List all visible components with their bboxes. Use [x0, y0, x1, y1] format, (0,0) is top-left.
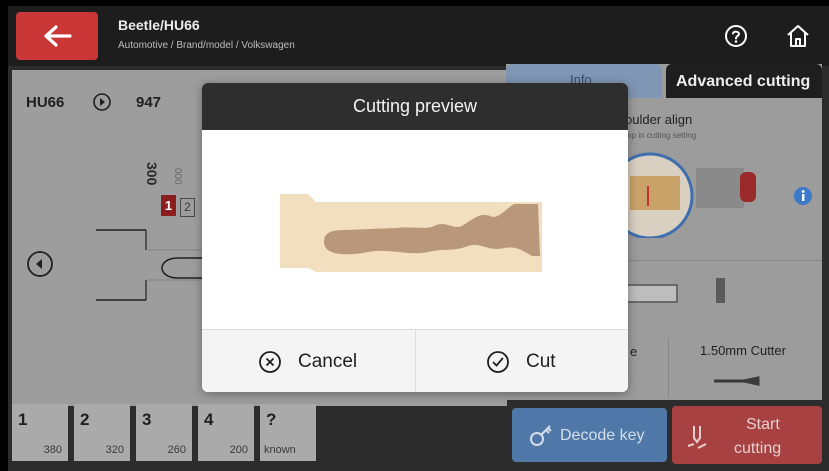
cut-label: Cut [526, 351, 556, 372]
tab-advanced-label: Advanced cutting [676, 73, 811, 90]
cut-position-index: 2 [80, 410, 90, 429]
clamp-label-partial: e [630, 344, 638, 359]
info-icon[interactable] [793, 186, 813, 206]
start-cutting-label-line1: Start [746, 416, 780, 433]
arrow-left-icon [44, 25, 72, 47]
decode-key-label: Decode key [560, 427, 645, 444]
cut-position-value: 260 [167, 444, 186, 456]
page-title: Beetle/HU66 [118, 17, 200, 33]
blank-shape-icon [622, 284, 678, 303]
play-icon[interactable] [92, 92, 112, 112]
shoulder-align-subtitle: mp in cutting setting [625, 131, 697, 140]
cut-position-tile[interactable]: 2 320 [74, 404, 130, 461]
decode-key-button[interactable]: Decode key [512, 408, 667, 462]
shoulder-align-title: oulder align [625, 112, 693, 127]
close-circle-icon [259, 351, 281, 373]
cut-position-value: 200 [229, 444, 248, 456]
depth-label: 300 [144, 162, 160, 186]
key-number: 947 [136, 94, 162, 111]
key-cut-preview [280, 194, 542, 272]
start-cutting-label-line2: cutting [734, 440, 782, 457]
dialog-header: Cutting preview [202, 83, 628, 130]
key-outline [96, 229, 206, 301]
start-cutting-button[interactable]: Start cutting [672, 406, 822, 464]
key-code: HU66 [26, 94, 65, 111]
cut-position-index: ? [266, 410, 277, 429]
home-icon[interactable] [785, 23, 811, 49]
cut-position-index: 3 [142, 410, 152, 429]
tab-advanced-cutting[interactable]: Advanced cutting [666, 64, 822, 98]
cancel-button[interactable]: Cancel [202, 330, 415, 392]
clamp-illustration [620, 152, 756, 238]
cut-position-tile[interactable]: 3 260 [136, 404, 192, 461]
depth-label-secondary: 000 [172, 168, 183, 185]
stopper-shape-icon [716, 278, 725, 303]
cancel-label: Cancel [298, 351, 358, 372]
cutter-label: 1.50mm Cutter [700, 343, 786, 358]
top-bar: Beetle/HU66 Automotive / Brand/model / V… [8, 6, 829, 66]
cut-position-value: known [264, 444, 296, 456]
help-icon[interactable] [724, 24, 748, 48]
cut-position-index: 1 [18, 410, 28, 429]
cutter-icon [714, 376, 760, 386]
cutting-preview-dialog: Cutting preview Cancel Cut [202, 83, 628, 392]
preview-area [202, 130, 628, 329]
cut-position-index: 4 [204, 410, 214, 429]
dialog-title: Cutting preview [352, 96, 478, 116]
gear-key-icon [530, 425, 552, 446]
scroll-left-icon[interactable] [26, 250, 54, 278]
cut-position-tile[interactable]: 1 380 [12, 404, 68, 461]
cut-position-value: 320 [105, 444, 124, 456]
cut-position-value: 380 [43, 444, 62, 456]
cutting-icon [687, 426, 707, 449]
cut-position-tile[interactable]: 4 200 [198, 404, 254, 461]
cut-button[interactable]: Cut [416, 330, 628, 392]
cut-position-tile[interactable]: ? known [260, 404, 316, 461]
breadcrumb: Automotive / Brand/model / Volkswagen [118, 40, 295, 51]
divider [668, 338, 669, 398]
back-button[interactable] [16, 12, 98, 60]
check-circle-icon [487, 351, 509, 373]
